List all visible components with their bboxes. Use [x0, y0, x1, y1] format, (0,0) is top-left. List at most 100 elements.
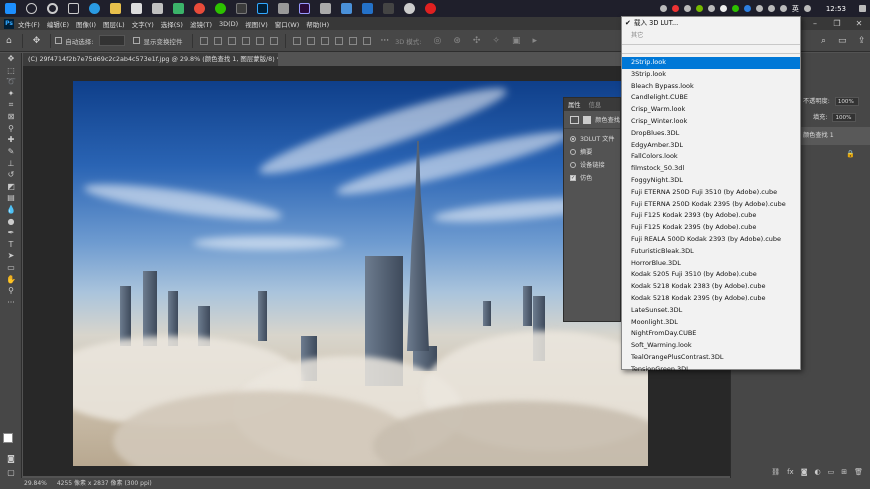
app-icon[interactable]: [152, 3, 163, 14]
lut-item[interactable]: Fuji ETERNA 250D Fuji 3510 (by Adobe).cu…: [622, 187, 800, 199]
menu-file[interactable]: 文件(F): [18, 19, 40, 29]
lut-item[interactable]: Fuji ETERNA 250D Kodak 2395 (by Adobe).c…: [622, 199, 800, 211]
document-tab[interactable]: (C) 29f4714f2b7e75d69c2c2ab4c573e1f.jpg …: [23, 53, 278, 66]
lut-item[interactable]: DropBlues.3DL: [622, 128, 800, 140]
lut-item[interactable]: NightFromDay.CUBE: [622, 328, 800, 340]
lut-item[interactable]: Fuji F125 Kodak 2393 (by Adobe).cube: [622, 210, 800, 222]
document-info[interactable]: 4255 像素 x 2837 像素 (300 ppi): [57, 480, 152, 487]
lut-item[interactable]: TensionGreen.3DL: [622, 364, 800, 376]
bluetooth-icon[interactable]: [743, 5, 751, 12]
video-icon[interactable]: ▸: [532, 36, 537, 46]
tray-icon[interactable]: [671, 5, 679, 12]
menu-select[interactable]: 选择(S): [161, 19, 183, 29]
distribute-icon[interactable]: [293, 36, 302, 45]
menu-view[interactable]: 视图(V): [245, 19, 268, 29]
lut-item[interactable]: Soft_Warming.look: [622, 340, 800, 352]
home-icon[interactable]: ⌂: [6, 36, 12, 46]
tab-properties[interactable]: 属性: [568, 100, 581, 109]
healing-brush-tool-icon[interactable]: ✚: [0, 134, 22, 146]
photoshop-taskbar-icon[interactable]: [257, 3, 268, 14]
app-icon[interactable]: [278, 3, 289, 14]
3d-pan-icon[interactable]: ✣: [473, 36, 481, 46]
hand-tool-icon[interactable]: ✋: [0, 273, 22, 285]
app-icon[interactable]: [383, 3, 394, 14]
wechat-icon[interactable]: [215, 3, 226, 14]
lut-item[interactable]: Moonlight.3DL: [622, 317, 800, 329]
input-method-indicator[interactable]: 英: [792, 4, 799, 14]
minimize-icon[interactable]: –: [804, 17, 826, 30]
type-tool-icon[interactable]: T: [0, 239, 22, 251]
color-swatches[interactable]: [3, 433, 19, 449]
option-dither[interactable]: ✓ 仿色: [564, 171, 620, 184]
align-top-icon[interactable]: [242, 36, 251, 45]
lut-item[interactable]: FuturisticBleak.3DL: [622, 246, 800, 258]
screen-mode-icon[interactable]: ▢: [0, 467, 22, 479]
fx-icon[interactable]: fx: [787, 468, 794, 476]
lut-item[interactable]: LateSunset.3DL: [622, 305, 800, 317]
foreground-color-swatch[interactable]: [3, 433, 13, 443]
eyedropper-tool-icon[interactable]: ⚲: [0, 123, 22, 135]
add-mask-icon[interactable]: ◙: [801, 468, 808, 476]
radio-button[interactable]: [570, 161, 576, 168]
quick-mask-icon[interactable]: ◙: [0, 453, 22, 465]
layer-item[interactable]: 颜色查找 1: [797, 127, 870, 145]
option-device-link[interactable]: 设备链接: [564, 158, 620, 171]
cloud-icon[interactable]: [719, 5, 727, 12]
crop-tool-icon[interactable]: ⌗: [0, 99, 22, 111]
align-middle-icon[interactable]: [256, 36, 265, 45]
lut-item[interactable]: Candlelight.CUBE: [622, 92, 800, 104]
share-icon[interactable]: ⇪: [858, 36, 866, 46]
app-icon[interactable]: [320, 3, 331, 14]
settings-gear-icon[interactable]: [404, 3, 415, 14]
lut-item[interactable]: Kodak 5218 Kodak 2383 (by Adobe).cube: [622, 281, 800, 293]
tray-icon[interactable]: [659, 5, 667, 12]
align-center-icon[interactable]: [214, 36, 223, 45]
move-tool-icon[interactable]: ✥: [0, 53, 22, 65]
network-icon[interactable]: [767, 5, 775, 12]
restore-icon[interactable]: ❐: [826, 17, 848, 30]
workspace-icon[interactable]: ▭: [838, 36, 847, 46]
lut-item[interactable]: Crisp_Winter.look: [622, 116, 800, 128]
frame-tool-icon[interactable]: ⊠: [0, 111, 22, 123]
align-right-icon[interactable]: [228, 36, 237, 45]
history-brush-tool-icon[interactable]: ↺: [0, 169, 22, 181]
app-icon[interactable]: [362, 3, 373, 14]
auto-select-dropdown[interactable]: [99, 35, 126, 46]
cortana-icon[interactable]: [47, 3, 58, 14]
zoom-level[interactable]: 29.84%: [24, 480, 47, 487]
store-icon[interactable]: [131, 3, 142, 14]
nvidia-icon[interactable]: [695, 5, 703, 12]
distribute-icon[interactable]: [307, 36, 316, 45]
3d-roll-icon[interactable]: ⊛: [453, 36, 461, 46]
lut-item[interactable]: Kodak 5218 Kodak 2395 (by Adobe).cube: [622, 293, 800, 305]
app-icon[interactable]: [341, 3, 352, 14]
tab-info[interactable]: 信息: [589, 100, 602, 109]
tray-icon[interactable]: [707, 5, 715, 12]
option-3dlut-file[interactable]: 3DLUT 文件: [564, 132, 620, 145]
path-selection-tool-icon[interactable]: ➤: [0, 250, 22, 262]
app-icon[interactable]: [194, 3, 205, 14]
lut-item[interactable]: TealOrangePlusContrast.3DL: [622, 352, 800, 364]
fill-input[interactable]: 100%: [832, 112, 857, 122]
zoom-tool-icon[interactable]: ⚲: [0, 285, 22, 297]
more-options-icon[interactable]: ···: [380, 36, 389, 46]
wechat-tray-icon[interactable]: [731, 5, 739, 12]
tray-icon[interactable]: [683, 5, 691, 12]
menu-help[interactable]: 帮助(H): [306, 19, 329, 29]
3d-slide-icon[interactable]: ✧: [492, 36, 500, 46]
adjustment-layer-icon[interactable]: ◐: [815, 468, 821, 476]
dodge-tool-icon[interactable]: ●: [0, 215, 22, 227]
clone-stamp-tool-icon[interactable]: ⊥: [0, 157, 22, 169]
radio-button[interactable]: [570, 148, 576, 155]
lut-item[interactable]: Kodak 5205 Fuji 3510 (by Adobe).cube: [622, 269, 800, 281]
lut-item[interactable]: Fuji REALA 500D Kodak 2393 (by Adobe).cu…: [622, 234, 800, 246]
app-icon[interactable]: [236, 3, 247, 14]
link-layers-icon[interactable]: ⛓: [771, 468, 780, 476]
lut-item[interactable]: FoggyNight.3DL: [622, 175, 800, 187]
load-3d-lut-item[interactable]: ✔ 载入 3D LUT...: [622, 17, 800, 30]
lut-item[interactable]: HorrorBlue.3DL: [622, 258, 800, 270]
lut-item[interactable]: Bleach Bypass.look: [622, 81, 800, 93]
delete-layer-icon[interactable]: 🗑: [854, 468, 863, 476]
eraser-tool-icon[interactable]: ◩: [0, 181, 22, 193]
checkbox[interactable]: ✓: [570, 174, 576, 181]
